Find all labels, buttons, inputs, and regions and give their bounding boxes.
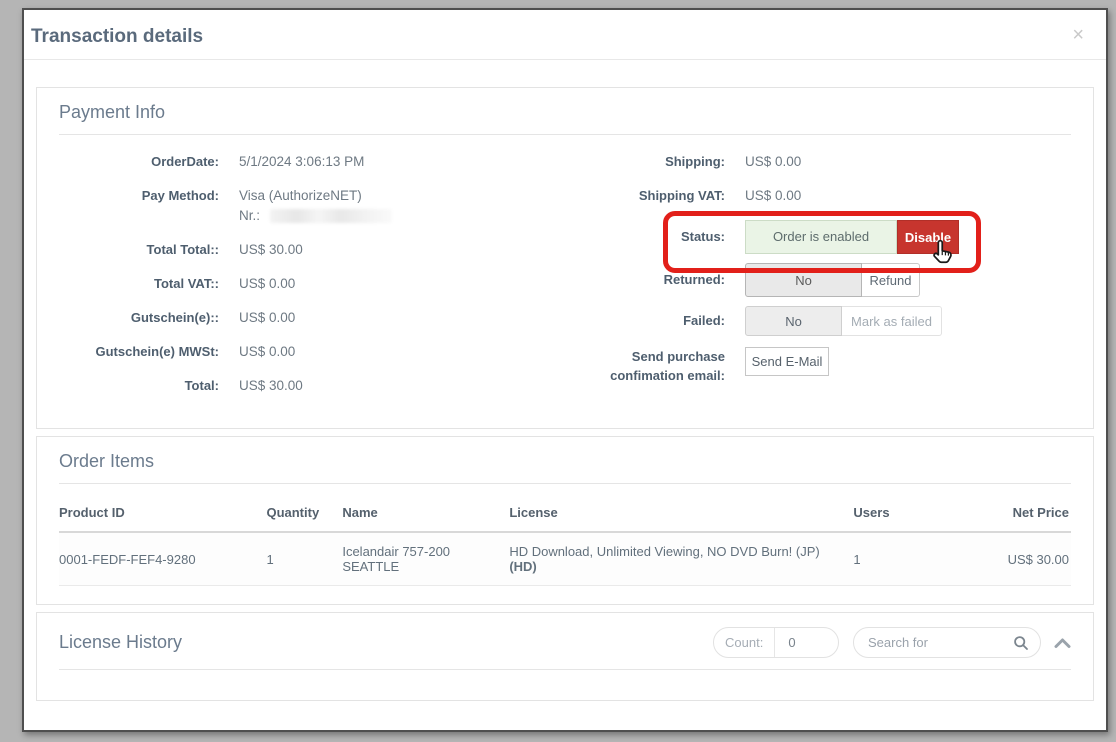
close-icon[interactable]: × — [1072, 25, 1084, 45]
send-email-button[interactable]: Send E-Mail — [745, 347, 829, 376]
shipping-vat-label: Shipping VAT: — [565, 186, 745, 206]
license-history-heading: License History — [59, 632, 182, 653]
total-total-value: US$ 30.00 — [239, 240, 303, 260]
order-enabled-badge: Order is enabled — [745, 220, 897, 254]
total-total-label: Total Total:: — [59, 240, 239, 260]
cell-license: HD Download, Unlimited Viewing, NO DVD B… — [509, 532, 853, 586]
order-items-table: Product ID Quantity Name License Users N… — [59, 496, 1071, 586]
total-vat-label: Total VAT:: — [59, 274, 239, 294]
count-label: Count: — [714, 628, 775, 657]
order-items-heading: Order Items — [59, 451, 1071, 472]
payment-info-heading: Payment Info — [59, 102, 1071, 123]
search-box[interactable] — [853, 627, 1041, 658]
refund-button[interactable]: Refund — [862, 263, 920, 297]
total-value: US$ 30.00 — [239, 376, 303, 396]
pay-method-row: Pay Method: Visa (AuthorizeNET) Nr.: — [59, 186, 565, 226]
cell-net-price: US$ 30.00 — [960, 532, 1071, 586]
pay-method-label: Pay Method: — [59, 186, 239, 206]
gutschein-mwst-label: Gutschein(e) MWSt: — [59, 342, 239, 362]
pay-method-value: Visa (AuthorizeNET) — [239, 186, 392, 206]
heading-divider — [59, 483, 1071, 484]
col-users: Users — [853, 496, 959, 532]
search-input[interactable] — [868, 635, 1003, 650]
total-label: Total: — [59, 376, 239, 396]
shipping-vat-value: US$ 0.00 — [745, 186, 801, 206]
count-pill: Count: 0 — [713, 627, 839, 658]
col-net-price: Net Price — [960, 496, 1071, 532]
failed-label: Failed: — [565, 311, 745, 331]
cell-name: Icelandair 757-200 SEATTLE — [342, 532, 509, 586]
order-items-panel: Order Items Product ID Quantity Name Lic… — [36, 436, 1094, 605]
total-vat-value: US$ 0.00 — [239, 274, 295, 294]
gutschein-label: Gutschein(e):: — [59, 308, 239, 328]
failed-no-button[interactable]: No — [745, 306, 842, 336]
failed-row: Failed: NoMark as failed — [565, 306, 1071, 336]
card-number-label: Nr.: — [239, 206, 260, 226]
total-total-row: Total Total:: US$ 30.00 — [59, 240, 565, 260]
shipping-label: Shipping: — [565, 152, 745, 172]
gutschein-mwst-value: US$ 0.00 — [239, 342, 295, 362]
returned-no-button[interactable]: No — [745, 263, 862, 297]
mark-as-failed-button[interactable]: Mark as failed — [842, 306, 942, 336]
returned-label: Returned: — [565, 270, 745, 290]
license-history-empty-area — [59, 670, 1071, 682]
gutschein-value: US$ 0.00 — [239, 308, 295, 328]
cell-quantity: 1 — [266, 532, 342, 586]
gutschein-row: Gutschein(e):: US$ 0.00 — [59, 308, 565, 328]
orderdate-label: OrderDate: — [59, 152, 239, 172]
payment-info-right-column: Shipping: US$ 0.00 Shipping VAT: US$ 0.0… — [565, 152, 1071, 410]
col-quantity: Quantity — [266, 496, 342, 532]
modal-header: Transaction details × — [24, 10, 1106, 60]
shipping-row: Shipping: US$ 0.00 — [565, 152, 1071, 172]
send-email-label: Send purchase confimation email: — [565, 347, 745, 385]
total-row: Total: US$ 30.00 — [59, 376, 565, 396]
payment-info-left-column: OrderDate: 5/1/2024 3:06:13 PM Pay Metho… — [59, 152, 565, 410]
payment-info-panel: Payment Info OrderDate: 5/1/2024 3:06:13… — [36, 87, 1094, 429]
gutschein-mwst-row: Gutschein(e) MWSt: US$ 0.00 — [59, 342, 565, 362]
modal-title: Transaction details — [31, 26, 1084, 48]
chevron-up-icon[interactable] — [1054, 637, 1071, 649]
disable-button[interactable]: Disable — [897, 220, 959, 254]
col-license: License — [509, 496, 853, 532]
shipping-value: US$ 0.00 — [745, 152, 801, 172]
license-history-panel: License History Count: 0 — [36, 612, 1094, 701]
search-icon[interactable] — [1013, 635, 1029, 651]
col-name: Name — [342, 496, 509, 532]
redacted-card-number — [270, 209, 392, 223]
table-header-row: Product ID Quantity Name License Users N… — [59, 496, 1071, 532]
cell-users: 1 — [853, 532, 959, 586]
col-product-id: Product ID — [59, 496, 266, 532]
orderdate-row: OrderDate: 5/1/2024 3:06:13 PM — [59, 152, 565, 172]
status-row: Status: Order is enabledDisable — [565, 220, 1071, 254]
cell-product-id: 0001-FEDF-FEF4-9280 — [59, 532, 266, 586]
orderdate-value: 5/1/2024 3:06:13 PM — [239, 152, 364, 172]
returned-row: Returned: NoRefund — [565, 263, 1071, 297]
count-value: 0 — [775, 635, 808, 650]
modal-body: Payment Info OrderDate: 5/1/2024 3:06:13… — [24, 60, 1106, 701]
total-vat-row: Total VAT:: US$ 0.00 — [59, 274, 565, 294]
status-label: Status: — [565, 227, 745, 247]
send-email-row: Send purchase confimation email: Send E-… — [565, 347, 1071, 385]
table-row: 0001-FEDF-FEF4-9280 1 Icelandair 757-200… — [59, 532, 1071, 586]
transaction-details-modal: Transaction details × Payment Info Order… — [22, 8, 1108, 732]
shipping-vat-row: Shipping VAT: US$ 0.00 — [565, 186, 1071, 206]
